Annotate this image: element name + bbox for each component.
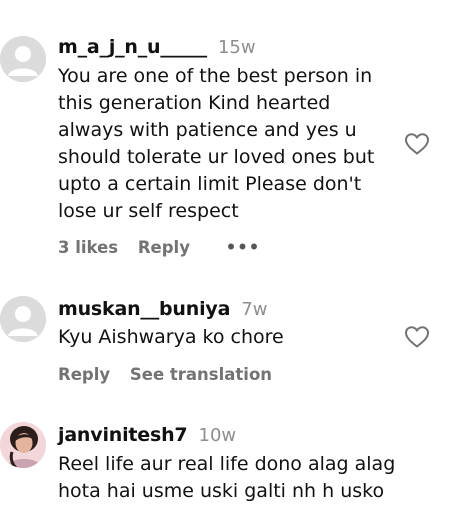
default-avatar-icon — [0, 36, 46, 82]
comment-header: m_a_j_n_u_____ 15w — [58, 36, 256, 58]
see-translation-link[interactable]: See translation — [130, 365, 272, 384]
like-button[interactable] — [404, 132, 430, 156]
comment-header: muskan__buniya 7w — [58, 298, 267, 320]
comment-text: Reel life aur real life dono alag alag h… — [58, 453, 396, 502]
username[interactable]: m_a_j_n_u_____ — [58, 36, 207, 58]
avatar[interactable] — [0, 36, 46, 82]
heart-icon — [404, 133, 430, 155]
avatar[interactable] — [0, 296, 46, 342]
comment-text: You are one of the best person in this g… — [58, 65, 375, 222]
timestamp: 7w — [241, 299, 268, 320]
comment-text: Kyu Aishwarya ko chore — [58, 326, 284, 348]
reply-button[interactable]: Reply — [138, 238, 190, 257]
like-button[interactable] — [404, 325, 430, 349]
reply-button[interactable]: Reply — [58, 365, 110, 384]
comment-actions: 3 likes Reply ••• — [58, 238, 274, 257]
username[interactable]: muskan__buniya — [58, 298, 230, 320]
heart-icon — [404, 326, 430, 348]
default-avatar-icon — [0, 296, 46, 342]
comment-actions: Reply See translation — [58, 365, 286, 384]
more-options-icon[interactable]: ••• — [226, 238, 261, 257]
likes-count[interactable]: 3 likes — [58, 238, 118, 257]
timestamp: 15w — [217, 37, 256, 58]
username[interactable]: janvinitesh7 — [58, 424, 188, 446]
profile-photo — [0, 422, 46, 468]
comment-header: janvinitesh7 10w — [58, 424, 236, 446]
timestamp: 10w — [198, 425, 237, 446]
avatar[interactable] — [0, 422, 46, 468]
